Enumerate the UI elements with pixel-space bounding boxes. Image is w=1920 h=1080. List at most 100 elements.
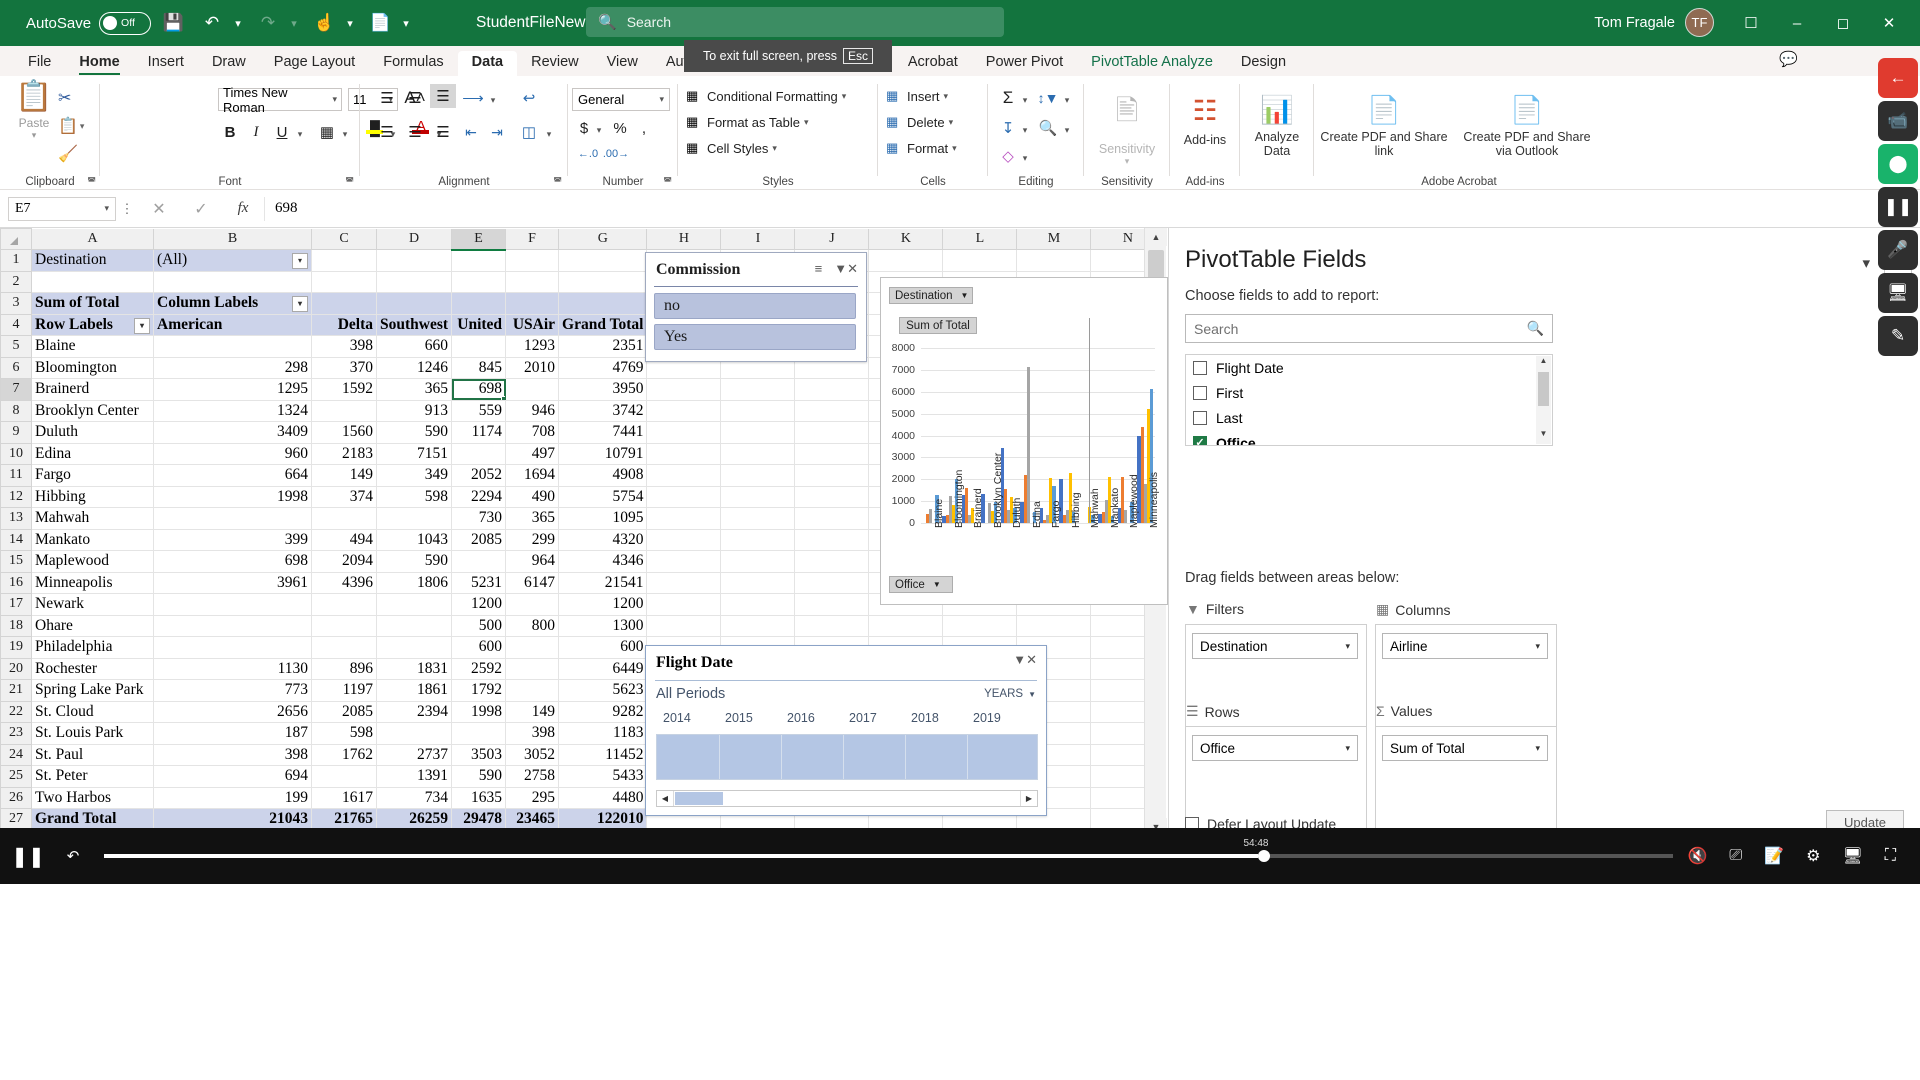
cell-A19[interactable]: Philadelphia: [31, 636, 154, 659]
area-columns[interactable]: ▦ Columns Airline ▾: [1375, 601, 1557, 736]
cell-A2[interactable]: [31, 271, 154, 293]
timeline-selection[interactable]: [657, 735, 1037, 779]
row-header-26[interactable]: 26: [0, 786, 32, 809]
cell-E11[interactable]: 2052: [451, 464, 507, 487]
row-header-19[interactable]: 19: [0, 636, 32, 659]
currency-chevron-down-icon[interactable]: ▾: [592, 118, 606, 142]
cell-H7[interactable]: [646, 378, 722, 401]
confirm-edit-icon[interactable]: ✓: [180, 199, 222, 219]
cell-A1[interactable]: Destination: [31, 249, 154, 272]
cell-G9[interactable]: 7441: [558, 421, 648, 444]
clipboard-dialog-launcher[interactable]: ◚: [87, 176, 96, 187]
microphone-icon[interactable]: 🎤: [1878, 230, 1918, 270]
cell-C26[interactable]: 1617: [311, 787, 377, 809]
cell-F8[interactable]: 946: [505, 400, 560, 422]
pivot-chart[interactable]: Destination ▼ Sum of Total Office ▼ 0 100…: [880, 277, 1168, 605]
quick-print-icon[interactable]: 📄: [363, 6, 397, 40]
close-button[interactable]: ✕: [1866, 0, 1912, 46]
cell-C3[interactable]: [311, 292, 377, 315]
cell-F9[interactable]: 708: [505, 421, 560, 444]
cell-H9[interactable]: [646, 421, 722, 444]
copy-icon[interactable]: 📋 ▾: [58, 112, 94, 140]
multi-select-icon[interactable]: ≡: [815, 261, 823, 277]
tab-draw[interactable]: Draw: [198, 51, 260, 76]
cell-B27[interactable]: 21043: [153, 808, 312, 831]
cell-L18[interactable]: [942, 615, 1018, 637]
cell-F1[interactable]: [505, 249, 560, 272]
delete-cells-button[interactable]: ▦ Delete ▾: [886, 114, 953, 131]
cell-E22[interactable]: 1998: [451, 701, 507, 723]
cell-J7[interactable]: [794, 378, 870, 401]
search-input[interactable]: 🔍 Search: [586, 7, 1004, 37]
cell-F19[interactable]: [505, 636, 560, 659]
cell-A3[interactable]: Sum of Total: [31, 292, 154, 315]
cell-A8[interactable]: Brooklyn Center: [31, 400, 154, 422]
cell-H12[interactable]: [646, 486, 722, 508]
cell-G16[interactable]: 21541: [558, 572, 648, 594]
cell-G5[interactable]: 2351: [558, 335, 648, 358]
settings-gear-icon[interactable]: ⚙: [1806, 846, 1820, 866]
row-header-25[interactable]: 25: [0, 765, 32, 788]
cell-G26[interactable]: 4480: [558, 787, 648, 809]
cell-E5[interactable]: [451, 335, 507, 358]
sort-chevron-down-icon[interactable]: ▾: [1060, 88, 1074, 112]
cell-E14[interactable]: 2085: [451, 529, 507, 551]
cell-J13[interactable]: [794, 507, 870, 530]
cell-G7[interactable]: 3950: [558, 378, 648, 401]
cell-E19[interactable]: 600: [451, 636, 507, 659]
conditional-formatting-button[interactable]: ▦ Conditional Formatting ▾: [686, 88, 846, 105]
tab-page-layout[interactable]: Page Layout: [260, 51, 369, 76]
row-header-27[interactable]: 27: [0, 808, 32, 831]
pause-button[interactable]: ❚❚: [0, 828, 56, 884]
scroll-down-icon[interactable]: ▼: [1536, 429, 1551, 444]
redo-icon[interactable]: ↷: [251, 6, 285, 40]
cell-H15[interactable]: [646, 550, 722, 573]
cell-E26[interactable]: 1635: [451, 787, 507, 809]
cell-G17[interactable]: 1200: [558, 593, 648, 616]
cell-I18[interactable]: [720, 615, 796, 637]
column-header-K[interactable]: K: [868, 228, 944, 250]
cell-D6[interactable]: 1246: [376, 357, 453, 379]
chevron-down-icon[interactable]: ▾: [842, 91, 847, 102]
row-header-20[interactable]: 20: [0, 657, 32, 680]
cell-A13[interactable]: Mahwah: [31, 507, 154, 530]
format-cells-button[interactable]: ▦ Format ▾: [886, 140, 957, 157]
autosum-icon[interactable]: Σ: [996, 86, 1020, 110]
cell-F21[interactable]: [505, 679, 560, 702]
insert-function-icon[interactable]: fx: [222, 200, 264, 217]
cell-H8[interactable]: [646, 400, 722, 422]
cell-C24[interactable]: 1762: [311, 744, 377, 766]
cell-E8[interactable]: 559: [451, 400, 507, 422]
cell-F23[interactable]: 398: [505, 722, 560, 745]
align-center-icon[interactable]: ☰: [402, 120, 428, 144]
cell-B21[interactable]: 773: [153, 679, 312, 702]
wrap-text-icon[interactable]: ↩: [516, 86, 542, 110]
align-right-icon[interactable]: ☰: [430, 120, 456, 144]
cell-D10[interactable]: 7151: [376, 443, 453, 465]
cell-A10[interactable]: Edina: [31, 443, 154, 465]
cell-B8[interactable]: 1324: [153, 400, 312, 422]
cell-E23[interactable]: [451, 722, 507, 745]
cell-B2[interactable]: [153, 271, 312, 293]
area-values-field[interactable]: Sum of Total ▾: [1382, 735, 1548, 761]
row-header-8[interactable]: 8: [0, 399, 32, 422]
field-item-office[interactable]: ✓ Office: [1186, 430, 1552, 445]
cell-B4[interactable]: American: [153, 314, 312, 336]
increase-indent-icon[interactable]: ⇥: [484, 120, 510, 144]
format-as-table-button[interactable]: ▦ Format as Table ▾: [686, 114, 809, 131]
restore-button[interactable]: ◻: [1820, 0, 1866, 46]
checkbox[interactable]: ✓: [1193, 435, 1207, 445]
borders-icon[interactable]: ▦: [316, 120, 338, 144]
chevron-down-icon[interactable]: ▾: [804, 117, 809, 128]
cell-E25[interactable]: 590: [451, 765, 507, 788]
cell-J17[interactable]: [794, 593, 870, 616]
comma-icon[interactable]: ,: [634, 116, 654, 140]
cell-I16[interactable]: [720, 572, 796, 594]
column-header-B[interactable]: B: [153, 228, 312, 250]
cell-H14[interactable]: [646, 529, 722, 551]
alignment-dialog-launcher[interactable]: ◚: [553, 176, 562, 187]
currency-icon[interactable]: $: [574, 116, 594, 140]
screen-icon[interactable]: 🖥: [1878, 273, 1918, 313]
slicer-commission[interactable]: Commission ≡ ▼✕ no Yes: [645, 252, 867, 362]
cell-G18[interactable]: 1300: [558, 615, 648, 637]
